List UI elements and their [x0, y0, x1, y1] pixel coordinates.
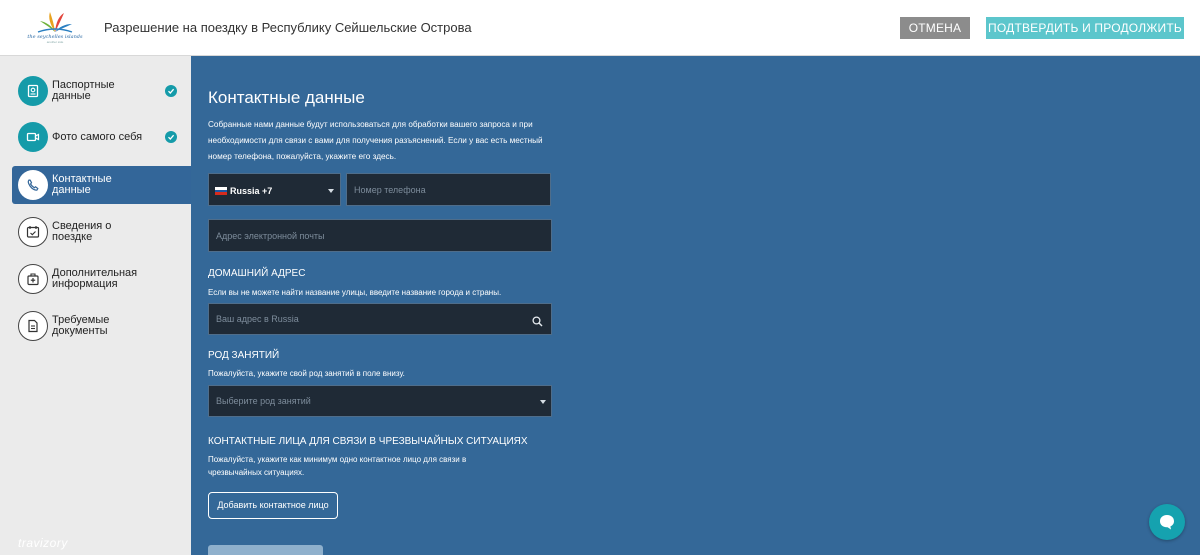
home-address-input[interactable]: Ваш адрес в Russia	[208, 303, 552, 335]
occupation-select[interactable]: Выберите род занятий	[208, 385, 552, 417]
sidebar-item-label: Дополнительная информация	[52, 267, 138, 290]
country-code-value: Russia +7	[230, 185, 273, 196]
steps-sidebar: Паспортные данные Фото самого себя Конта…	[0, 56, 195, 555]
section-title: Контактные данные	[208, 88, 365, 107]
document-icon	[18, 311, 48, 341]
seychelles-logo[interactable]: the seychelles islands another side	[26, 10, 84, 46]
confirm-continue-button[interactable]: ПОДТВЕРДИТЬ И ПРОДОЛЖИТЬ	[986, 17, 1184, 39]
sidebar-item-passport[interactable]: Паспортные данные	[12, 72, 195, 110]
sidebar-item-label: Сведения о поездке	[52, 220, 112, 243]
logo-subtext: another side	[46, 40, 64, 44]
chevron-down-icon	[328, 189, 334, 193]
phone-placeholder: Номер телефона	[354, 184, 426, 195]
next-button[interactable]	[208, 545, 323, 555]
check-icon	[165, 131, 177, 143]
camera-icon	[18, 122, 48, 152]
address-placeholder: Ваш адрес в Russia	[216, 314, 299, 324]
sidebar-item-additional-info[interactable]: Дополнительная информация	[12, 260, 195, 298]
intro-text: Собранные нами данные будут использовать…	[208, 120, 543, 161]
calendar-icon	[18, 217, 48, 247]
page-title: Разрешение на поездку в Республику Сейше…	[104, 20, 472, 35]
home-address-heading: ДОМАШНИЙ АДРЕС	[208, 268, 306, 279]
occupation-heading: РОД ЗАНЯТИЙ	[208, 350, 280, 361]
country-code-select[interactable]: Russia +7	[208, 173, 341, 206]
email-placeholder: Адрес электронной почты	[216, 230, 325, 241]
occupation-hint: Пожалуйста, укажите свой род занятий в п…	[208, 369, 405, 378]
check-icon	[165, 85, 177, 97]
email-input[interactable]: Адрес электронной почты	[208, 219, 552, 252]
sidebar-item-label: Паспортные данные	[52, 79, 115, 102]
sidebar-item-trip-details[interactable]: Сведения о поездке	[12, 213, 195, 251]
passport-icon	[18, 76, 48, 106]
top-header: the seychelles islands another side Разр…	[0, 0, 1200, 56]
sidebar-item-contacts[interactable]: Контактные данные	[12, 166, 195, 204]
medical-kit-icon	[18, 264, 48, 294]
russia-flag-icon	[215, 187, 227, 195]
emergency-contacts-heading: КОНТАКТНЫЕ ЛИЦА ДЛЯ СВЯЗИ В ЧРЕЗВЫЧАЙНЫХ…	[208, 436, 528, 447]
contact-form-panel: Контактные данные Собранные нами данные …	[191, 56, 1200, 555]
sidebar-item-label: Требуемые документы	[52, 314, 110, 337]
phone-icon	[18, 170, 48, 200]
sidebar-item-label: Контактные данные	[52, 173, 112, 196]
add-contact-button[interactable]: Добавить контактное лицо	[208, 492, 338, 519]
occupation-placeholder: Выберите род занятий	[216, 396, 311, 406]
sidebar-item-selfie[interactable]: Фото самого себя	[12, 118, 195, 156]
emergency-contacts-hint: Пожалуйста, укажите как минимум одно кон…	[208, 455, 467, 477]
sidebar-item-label: Фото самого себя	[52, 130, 143, 143]
search-icon[interactable]	[532, 314, 543, 332]
cancel-button[interactable]: ОТМЕНА	[900, 17, 970, 39]
chevron-down-icon	[540, 400, 546, 404]
chat-icon[interactable]	[1149, 504, 1185, 540]
travizory-logo: travizory	[18, 536, 68, 550]
sidebar-item-required-documents[interactable]: Требуемые документы	[12, 307, 195, 345]
home-address-hint: Если вы не можете найти название улицы, …	[208, 288, 502, 297]
phone-number-input[interactable]: Номер телефона	[346, 173, 551, 206]
